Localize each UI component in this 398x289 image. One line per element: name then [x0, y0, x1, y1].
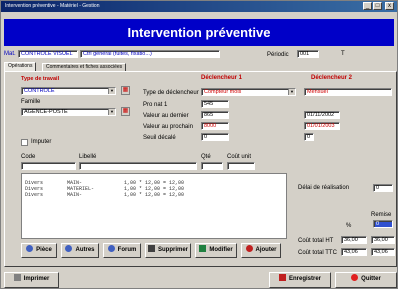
wrench-icon	[26, 245, 34, 252]
operations-list[interactable]: Divers MAIN- 1,00 * 12,00 = 12,00 Divers…	[21, 173, 287, 239]
page-title: Intervention préventive	[4, 19, 394, 46]
main-window: Intervention préventive - Matériel - Ges…	[0, 0, 398, 289]
edit-icon	[199, 245, 207, 252]
column-label: Libellé	[79, 154, 97, 160]
modify-button-label: Modifier	[209, 247, 233, 253]
piece-button[interactable]: Pièce	[21, 243, 57, 258]
next-field[interactable]: 545	[201, 100, 229, 108]
other-button-label: Autres	[75, 247, 95, 253]
imputer-checkbox[interactable]	[21, 139, 28, 146]
work-type-value: CONTROLE	[24, 88, 55, 94]
material-label: Mat.	[4, 51, 16, 57]
material-code-field[interactable]: CONTROLE VISUEL	[18, 50, 78, 58]
periodicity-unit: T	[341, 51, 345, 57]
window-titlebar[interactable]: Intervention préventive - Matériel - Ges…	[1, 1, 397, 12]
printer-icon	[13, 274, 21, 281]
next-value-label: Valeur au prochain	[143, 124, 193, 130]
column-code: Code	[21, 154, 36, 160]
unit-cost-input[interactable]	[227, 162, 255, 170]
delete-button-label: Supprimer	[157, 247, 188, 253]
periodicity-label: Périodic	[267, 52, 289, 58]
plus-icon	[245, 245, 253, 252]
label-input[interactable]	[79, 162, 197, 170]
total-ht-field-2[interactable]: 36,00	[371, 236, 395, 244]
piece-button-label: Pièce	[36, 247, 52, 253]
add-button-label: Ajouter	[255, 247, 277, 253]
people-icon	[107, 245, 115, 252]
forum-button-label: Forum	[117, 247, 137, 253]
trigger-1-last-value-field[interactable]: 865	[201, 111, 229, 119]
trigger-2-last-value-field[interactable]: 01/11/2002	[304, 111, 340, 119]
family-select[interactable]: AGENCE-POSTE ▼	[21, 108, 116, 116]
family-label: Famille	[21, 99, 41, 105]
imputer-label: Imputer	[31, 139, 52, 145]
work-type-label: Type de travail	[21, 76, 60, 82]
trigger-1-threshold-field[interactable]: 0	[201, 133, 229, 141]
list-item[interactable]: Divers MAIN- 1,00 * 12,00 = 12,00	[25, 192, 184, 198]
work-type-select[interactable]: CONTROLE ▼	[21, 87, 116, 95]
trigger-1-title: Déclencheur 1	[201, 75, 243, 81]
trigger-2-title: Déclencheur 2	[311, 75, 353, 81]
total-ttc-field[interactable]: 43,06	[341, 248, 367, 256]
total-ht-field[interactable]: 36,00	[341, 236, 367, 244]
percent-label: %	[346, 223, 352, 229]
material-description-field[interactable]: Ctrl général (fuites, fixatio...)	[80, 50, 220, 58]
delay-label: Délai de réalisation	[298, 185, 350, 191]
save-icon	[278, 274, 286, 281]
trigger-1-next-value-field[interactable]: 8000	[201, 122, 229, 130]
close-button[interactable]: x	[385, 2, 394, 10]
chevron-down-icon: ▼	[288, 89, 295, 95]
print-button-label: Imprimer	[23, 276, 50, 282]
minimize-button[interactable]: _	[363, 2, 372, 10]
quit-button-label: Quitter	[361, 276, 381, 282]
chevron-down-icon: ▼	[108, 109, 115, 115]
code-input[interactable]	[21, 162, 76, 170]
threshold-label: Seuil décalé	[143, 135, 176, 141]
print-button[interactable]: Imprimer	[4, 272, 59, 288]
total-ttc-field-2[interactable]: 43,06	[371, 248, 395, 256]
next-label: Pro nat 1	[143, 102, 168, 108]
family-value: AGENCE-POSTE	[24, 109, 68, 115]
trigger-2-next-value-field[interactable]: 01/01/2003	[304, 122, 340, 130]
add-button[interactable]: Ajouter	[241, 243, 281, 258]
exit-icon	[351, 274, 359, 281]
total-ttc-label: Coût total TTC	[298, 250, 337, 256]
chevron-down-icon: ▼	[108, 88, 115, 94]
total-ht-label: Coût total HT	[298, 238, 334, 244]
save-button-label: Enregistrer	[288, 276, 321, 282]
trigger-type-label: Type de déclencheur	[143, 90, 199, 96]
quantity-input[interactable]	[201, 162, 223, 170]
trigger-2-threshold-field[interactable]: 0	[304, 133, 314, 141]
column-unit-cost: Coût unit	[227, 154, 252, 160]
family-lookup-icon[interactable]: ▦	[121, 107, 130, 116]
trash-icon	[147, 245, 155, 252]
column-quantity: Qté	[201, 154, 211, 160]
quit-button[interactable]: Quitter	[335, 272, 397, 288]
forum-button[interactable]: Forum	[103, 243, 141, 258]
discount-field[interactable]: 0	[373, 220, 393, 228]
last-value-label: Valeur au dernier	[143, 113, 189, 119]
modify-button[interactable]: Modifier	[195, 243, 237, 258]
periodicity-field[interactable]: 001	[297, 50, 319, 58]
maximize-button[interactable]: □	[373, 2, 382, 10]
other-button[interactable]: Autres	[61, 243, 99, 258]
save-button[interactable]: Enregistrer	[269, 272, 331, 288]
delete-button[interactable]: Supprimer	[145, 243, 191, 258]
trigger-1-type-value: Compteur mois	[204, 89, 242, 95]
gear-icon	[65, 245, 73, 252]
window-title: Intervention préventive - Matériel - Ges…	[5, 3, 100, 9]
work-type-lookup-icon[interactable]: ▦	[121, 86, 130, 95]
delay-field[interactable]: 0	[373, 184, 393, 192]
discount-label: Remise	[371, 212, 392, 218]
trigger-2-type-select[interactable]: Mensuel	[304, 88, 392, 96]
trigger-1-type-select[interactable]: Compteur mois ▼	[201, 88, 296, 96]
